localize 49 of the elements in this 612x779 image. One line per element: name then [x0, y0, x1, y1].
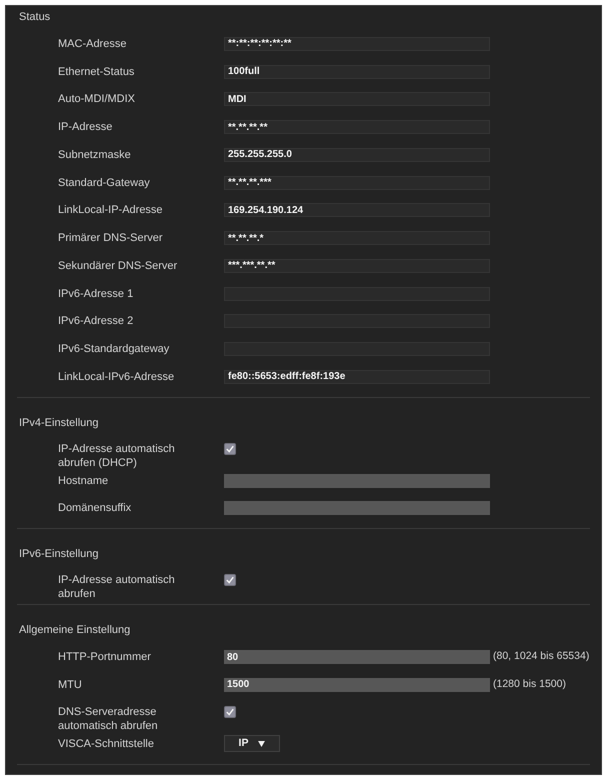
input-field[interactable]: 1500 [224, 678, 490, 692]
input-field[interactable]: **:**:**:**:**:** [224, 36, 490, 51]
field-label: Subnetzmaske [58, 148, 131, 162]
field-label: Primärer DNS-Server [58, 231, 163, 246]
range-hint: (80, 1024 bis 65534) [493, 649, 590, 664]
field-label: IPv6-Adresse 1 [58, 286, 134, 301]
input-field[interactable]: **.**.**.* [224, 231, 490, 246]
checkbox[interactable] [224, 442, 236, 455]
field-label: HTTP-Portnummer [58, 650, 151, 664]
checkmark-icon [226, 576, 234, 584]
input-field[interactable]: fe80::5653:edff:fe8f:193e [224, 370, 490, 384]
checkbox[interactable] [224, 706, 236, 718]
field-label: DNS-Serveradresse automatisch abrufen [58, 704, 159, 733]
field-label: MAC-Adresse [58, 36, 126, 51]
section-heading: IPv4-Einstellung [19, 416, 98, 430]
section-heading: Allgemeine Einstellung [19, 623, 130, 638]
input-field[interactable]: 255.255.255.0 [224, 148, 490, 162]
field-label: IPv6-Standardgateway [58, 342, 170, 356]
input-field[interactable]: **.**.**.*** [224, 176, 490, 190]
range-hint: (1280 bis 1500) [493, 677, 566, 692]
field-label: IP-Adresse automatisch abrufen (DHCP) [58, 442, 176, 470]
field-label: MTU [58, 678, 82, 692]
field-label: Auto-MDI/MDIX [58, 92, 136, 106]
section-heading: Status [19, 10, 50, 25]
field-label: LinkLocal-IP-Adresse [58, 203, 163, 218]
section-heading: IPv6-Einstellung [19, 547, 98, 562]
field-label: Sekundärer DNS-Server [58, 258, 178, 273]
input-field[interactable] [224, 501, 490, 516]
input-field[interactable]: **.**.**.** [224, 120, 490, 134]
field-label: Ethernet-Status [58, 64, 134, 79]
checkbox[interactable] [224, 574, 236, 586]
field-label: IP-Adresse automatisch abrufen [58, 573, 176, 602]
field-label: IP-Adresse [58, 120, 112, 134]
input-field[interactable] [224, 474, 490, 488]
field-label: Domänensuffix [58, 501, 132, 516]
checkmark-icon [226, 708, 234, 716]
field-label: Standard-Gateway [58, 176, 150, 190]
field-label: VISCA-Schnittstelle [58, 736, 154, 751]
checkmark-icon [226, 444, 234, 453]
caret-icon [258, 740, 266, 747]
input-field[interactable]: 100full [224, 64, 490, 79]
input-field[interactable]: ***.***.**.** [224, 258, 490, 273]
field-label: Hostname [58, 474, 108, 488]
input-field[interactable]: 80 [224, 650, 490, 664]
field-label: IPv6-Adresse 2 [58, 314, 134, 328]
input-field[interactable]: 169.254.190.124 [224, 203, 490, 218]
input-field[interactable]: MDI [224, 92, 490, 106]
field-label: LinkLocal-IPv6-Adresse [58, 370, 174, 384]
select-dropdown[interactable]: IP [224, 735, 280, 752]
